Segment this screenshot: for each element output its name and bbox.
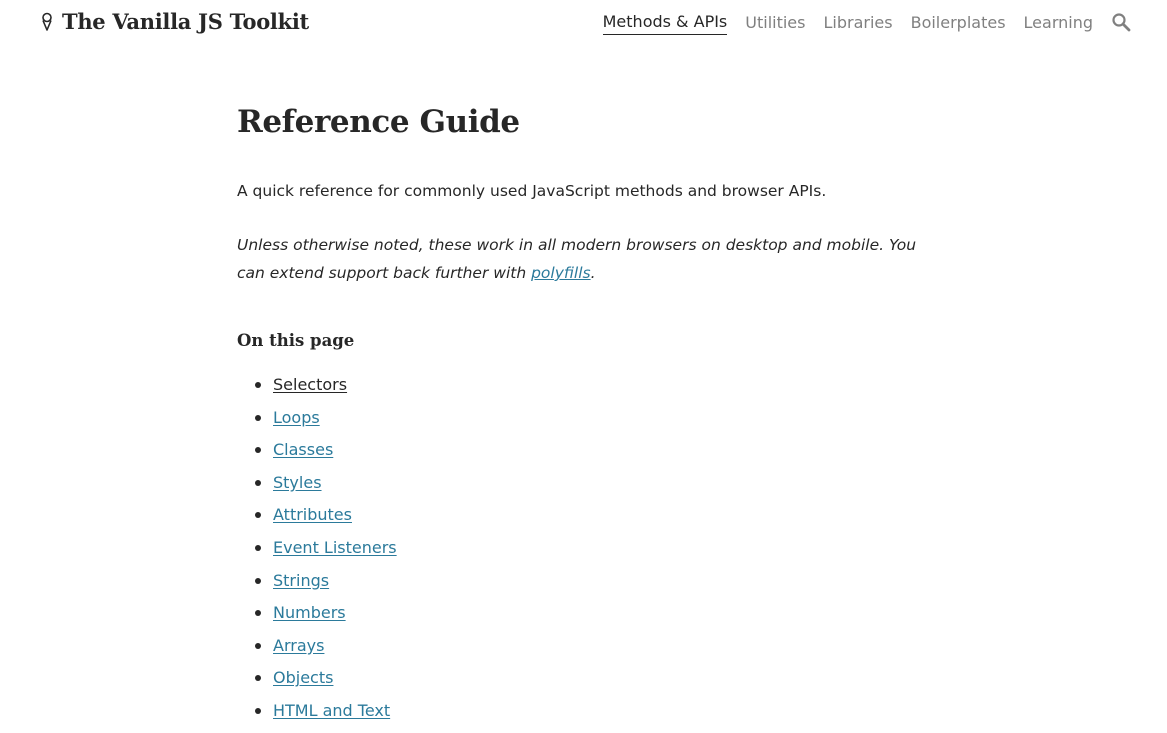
toc-item: Objects (237, 662, 937, 695)
toc-link-attributes[interactable]: Attributes (273, 505, 352, 524)
bullet (255, 382, 261, 388)
main-content: Reference Guide A quick reference for co… (237, 100, 937, 728)
toc-item: Attributes (237, 499, 937, 532)
toc-link-selectors[interactable]: Selectors (273, 375, 347, 394)
page-title: Reference Guide (237, 104, 520, 140)
toc-link-loops[interactable]: Loops (273, 408, 320, 427)
toc-link-strings[interactable]: Strings (273, 571, 329, 590)
toc-link-event-listeners[interactable]: Event Listeners (273, 538, 397, 557)
search-icon[interactable] (1111, 12, 1131, 32)
note-end: . (590, 264, 596, 282)
bullet (255, 414, 261, 421)
nav-utilities[interactable]: Utilities (745, 13, 805, 35)
toc-item: Styles (237, 467, 937, 500)
toc-heading: On this page (237, 331, 355, 350)
toc-item: Loops (237, 402, 937, 435)
brand-title: The Vanilla JS Toolkit (62, 9, 309, 34)
nav-learning[interactable]: Learning (1024, 13, 1093, 35)
site-header: The Vanilla JS Toolkit Methods & APIs Ut… (0, 0, 1167, 50)
bullet (255, 577, 261, 584)
bullet (255, 479, 261, 486)
toc-item: HTML and Text (237, 695, 937, 728)
bullet (255, 642, 261, 649)
toc-item: Strings (237, 565, 937, 598)
toc-link-html-and-text[interactable]: HTML and Text (273, 701, 390, 720)
nav-methods-apis[interactable]: Methods & APIs (602, 12, 728, 35)
polyfills-link[interactable]: polyfills (531, 264, 591, 282)
bullet (255, 675, 261, 682)
toc-item: Event Listeners (237, 532, 937, 565)
nav-libraries[interactable]: Libraries (823, 13, 892, 35)
bullet (255, 447, 261, 454)
toc-link-styles[interactable]: Styles (273, 473, 322, 492)
toc-link-classes[interactable]: Classes (273, 440, 333, 459)
bullet (255, 544, 261, 551)
toc-item: Selectors (237, 369, 937, 402)
toc-link-objects[interactable]: Objects (273, 668, 333, 687)
toc-list: Selectors Loops Classes Styles Attribute… (237, 369, 937, 728)
toc-item: Arrays (237, 630, 937, 663)
ice-cream-cone-icon (40, 12, 54, 32)
toc-item: Numbers (237, 597, 937, 630)
toc-link-numbers[interactable]: Numbers (273, 603, 346, 622)
bullet (255, 512, 261, 519)
main-nav: Methods & APIs Utilities Libraries Boile… (602, 12, 1131, 35)
nav-boilerplates[interactable]: Boilerplates (911, 13, 1006, 35)
bullet (255, 610, 261, 617)
toc-item: Classes (237, 434, 937, 467)
browser-support-note: Unless otherwise noted, these work in al… (237, 231, 917, 287)
bullet (255, 707, 261, 714)
toc-link-arrays[interactable]: Arrays (273, 636, 324, 655)
brand-link[interactable]: The Vanilla JS Toolkit (40, 9, 309, 34)
intro-paragraph: A quick reference for commonly used Java… (237, 182, 827, 200)
